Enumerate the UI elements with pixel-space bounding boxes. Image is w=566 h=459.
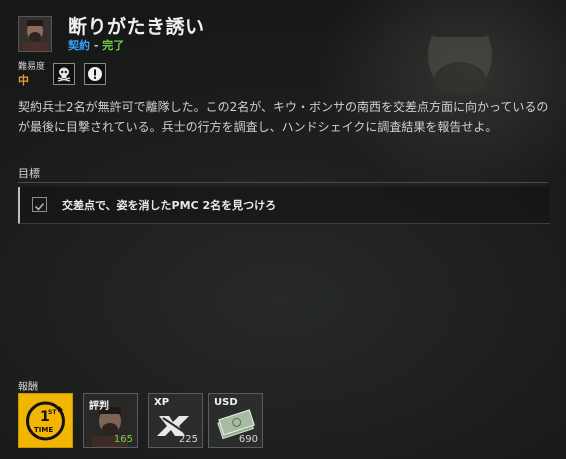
reputation-value: 165 xyxy=(113,434,133,445)
objective-text: 交差点で、姿を消したPMC 2名を見つけろ xyxy=(62,199,277,212)
usd-label: USD xyxy=(214,397,238,408)
quest-subtitle: 契約 - 完了 xyxy=(68,37,124,53)
subtitle-separator: - xyxy=(90,39,103,52)
reputation-label: 評判 xyxy=(89,401,109,412)
alert-icon xyxy=(84,63,106,85)
reward-reputation[interactable]: 評判 165 xyxy=(83,393,138,448)
quest-title: 断りがたき誘い xyxy=(68,16,205,38)
reward-usd[interactable]: USD 690 xyxy=(208,393,263,448)
xp-value: 225 xyxy=(178,434,198,445)
reward-xp[interactable]: XP 225 xyxy=(148,393,203,448)
skull-icon xyxy=(53,63,75,85)
checkbox-checked-icon xyxy=(32,197,47,212)
quest-giver-avatar xyxy=(18,16,52,52)
first-time-icon: 1 ST TIME xyxy=(26,401,65,441)
usd-value: 690 xyxy=(238,434,258,445)
svg-text:TIME: TIME xyxy=(34,426,53,434)
xp-label: XP xyxy=(154,397,170,408)
difficulty-value: 中 xyxy=(18,74,29,87)
quest-status: 完了 xyxy=(102,39,125,52)
svg-text:ST: ST xyxy=(48,409,57,416)
objective-item[interactable]: 交差点で、姿を消したPMC 2名を見つけろ xyxy=(18,187,550,224)
rewards-label: 報酬 xyxy=(18,382,38,393)
reward-first-time[interactable]: 1 ST TIME xyxy=(18,393,73,448)
quest-category: 契約 xyxy=(68,39,90,52)
difficulty-label: 難易度 xyxy=(18,62,46,72)
quest-description: 契約兵士2名が無許可で離隊した。この2名が、キウ・ボンサの南西を交差点方面に向か… xyxy=(18,100,549,134)
objectives-divider xyxy=(18,182,548,183)
objectives-label: 目標 xyxy=(18,167,40,180)
